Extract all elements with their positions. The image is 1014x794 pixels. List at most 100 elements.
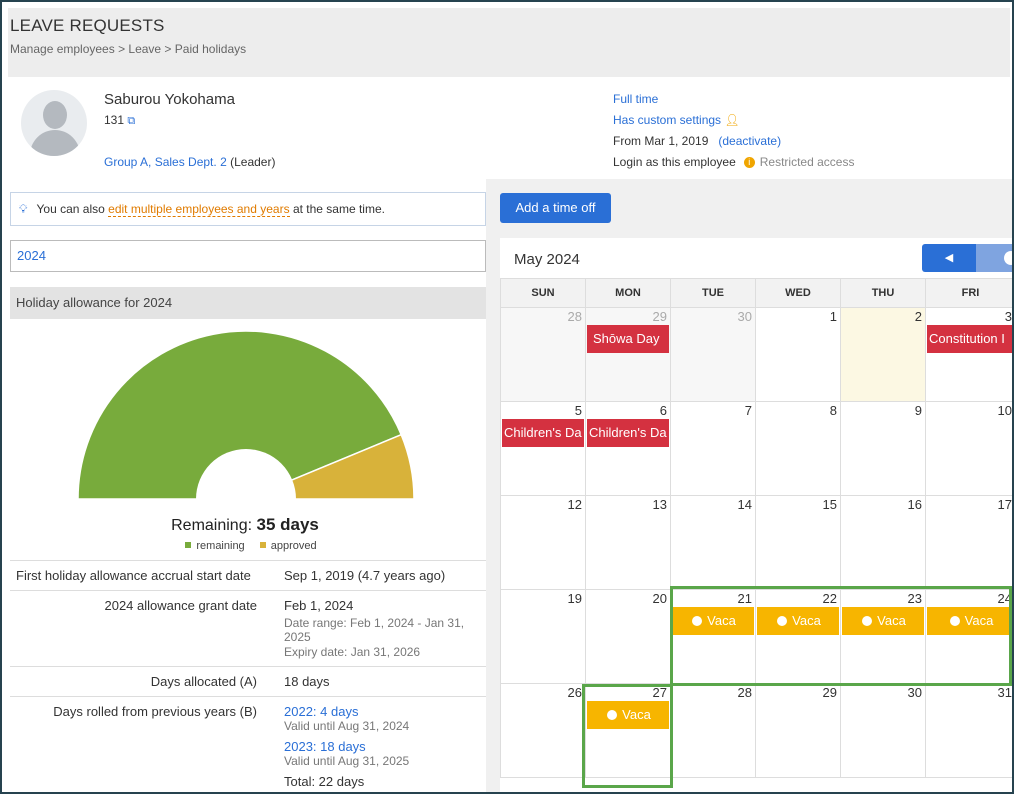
day-cell[interactable]: 26 — [500, 683, 586, 778]
day-cell[interactable]: 5 Children's Da — [500, 401, 586, 496]
day-number: 30 — [737, 309, 752, 324]
day-number: 29 — [822, 685, 837, 700]
row-label: First holiday allowance accrual start da… — [10, 560, 278, 591]
day-cell[interactable]: 28 — [670, 683, 756, 778]
legend-approved: approved — [270, 540, 317, 552]
day-cell[interactable]: 15 — [755, 495, 841, 590]
rollover-total: Total: 22 days — [284, 774, 365, 789]
calendar-nav: ◀ — [922, 244, 1012, 272]
legend-remaining-swatch — [185, 542, 192, 548]
table-row: Days allocated (A) 18 days — [10, 666, 486, 697]
day-cell[interactable]: 29 Shōwa Day — [585, 307, 671, 402]
day-cell[interactable]: 9 — [840, 401, 926, 496]
allowance-gauge-chart — [77, 330, 415, 507]
row-value-cell: Feb 1, 2024 Date range: Feb 1, 2024 - Ja… — [278, 590, 486, 667]
day-cell[interactable]: 1 — [755, 307, 841, 402]
day-number: 31 — [997, 685, 1012, 700]
rollover-2022-link[interactable]: 2022: 4 days — [284, 704, 480, 719]
allowance-title: Holiday allowance for 2024 — [10, 287, 486, 319]
day-number: 10 — [997, 403, 1012, 418]
employee-profile: Saburou Yokohama 131 ⧉ Group A, Sales De… — [8, 77, 1010, 179]
calendar: May 2024 ◀ SUN MON TUE WED THU FRI 28 29… — [500, 238, 1012, 792]
employment-type-link[interactable]: Full time — [613, 92, 658, 106]
add-time-off-button[interactable]: Add a time off — [500, 193, 611, 223]
prev-month-button[interactable]: ◀ — [922, 244, 976, 272]
row-value-cell: 2022: 4 days Valid until Aug 31, 2024 20… — [278, 696, 486, 792]
page-title: LEAVE REQUESTS — [10, 16, 165, 35]
day-cell[interactable]: 20 — [585, 589, 671, 684]
employee-id-value: 131 — [104, 113, 125, 127]
day-cell[interactable]: 10 — [925, 401, 1012, 496]
row-label: 2024 allowance grant date — [10, 590, 278, 667]
allowance-panel: 💡︎ You can also edit multiple employees … — [8, 179, 486, 792]
expiry-date: Expiry date: Jan 31, 2026 — [284, 645, 421, 659]
day-number: 19 — [567, 591, 582, 606]
date-range: Date range: Feb 1, 2024 - Jan 31, 2025 — [284, 616, 465, 644]
day-number: 20 — [652, 591, 667, 606]
lightbulb-icon: 💡︎ — [19, 202, 28, 216]
day-cell[interactable]: 19 — [500, 589, 586, 684]
day-header-mon: MON — [585, 278, 671, 308]
day-cell[interactable]: 30 — [840, 683, 926, 778]
day-number: 26 — [567, 685, 582, 700]
day-number: 28 — [567, 309, 582, 324]
holiday-event[interactable]: Constitution I — [927, 325, 1012, 353]
remaining-value: 35 days — [256, 515, 319, 534]
day-cell[interactable]: 3 Constitution I — [925, 307, 1012, 402]
app-frame: LEAVE REQUESTS Manage employees > Leave … — [0, 0, 1014, 794]
row-value: Feb 1, 2024 — [284, 598, 354, 613]
legend-approved-swatch — [259, 542, 266, 548]
day-cell[interactable]: 8 — [755, 401, 841, 496]
external-link-icon[interactable]: ⧉ — [127, 115, 135, 127]
holiday-event[interactable]: Children's Da — [502, 419, 584, 447]
custom-settings-link[interactable]: Has custom settings — [613, 113, 721, 127]
day-cell[interactable]: 17 — [925, 495, 1012, 590]
day-cell[interactable]: 16 — [840, 495, 926, 590]
login-as-employee[interactable]: Login as this employee — [613, 155, 736, 169]
day-cell[interactable]: 30 — [670, 307, 756, 402]
row-value: 18 days — [278, 666, 486, 697]
day-cell[interactable]: 7 — [670, 401, 756, 496]
edit-multiple-link[interactable]: edit multiple employees and years — [108, 202, 290, 217]
day-number: 14 — [737, 497, 752, 512]
holiday-event[interactable]: Children's Da — [587, 419, 669, 447]
day-number: 1 — [829, 309, 837, 324]
day-number: 7 — [744, 403, 752, 418]
avatar-head — [43, 101, 67, 129]
person-icon: 👤︎ — [724, 113, 740, 127]
group-role: (Leader) — [230, 155, 276, 169]
day-header-sun: SUN — [500, 278, 586, 308]
employee-group: Group A, Sales Dept. 2 (Leader) — [104, 155, 275, 169]
rollover-2023-validity: Valid until Aug 31, 2025 — [284, 754, 410, 768]
rollover-2023-link[interactable]: 2023: 18 days — [284, 739, 480, 754]
row-label: Days allocated (A) — [10, 666, 278, 697]
tip-suffix: at the same time. — [292, 202, 385, 216]
day-cell[interactable]: 31 — [925, 683, 1012, 778]
day-number: 3 — [1004, 309, 1012, 324]
employee-id: 131 ⧉ — [104, 113, 135, 128]
day-cell[interactable]: 14 — [670, 495, 756, 590]
day-cell[interactable]: 28 — [500, 307, 586, 402]
day-cell[interactable]: 12 — [500, 495, 586, 590]
deactivate-link[interactable]: (deactivate) — [718, 134, 781, 148]
highlight-day-vacation — [582, 684, 673, 788]
avatar-body — [30, 130, 80, 156]
table-row: 2024 allowance grant date Feb 1, 2024 Da… — [10, 590, 486, 667]
row-value: Sep 1, 2019 (4.7 years ago) — [278, 560, 486, 591]
from-date: From Mar 1, 2019 — [613, 134, 709, 148]
day-cell-today[interactable]: 2 — [840, 307, 926, 402]
day-cell[interactable]: 29 — [755, 683, 841, 778]
group-link[interactable]: Group A, Sales Dept. 2 — [104, 155, 227, 169]
year-select[interactable]: 2024 — [10, 240, 486, 272]
employee-name: Saburou Yokohama — [104, 91, 235, 108]
day-number: 12 — [567, 497, 582, 512]
next-month-button[interactable] — [976, 244, 1012, 272]
tip-banner: 💡︎ You can also edit multiple employees … — [10, 192, 486, 226]
day-cell[interactable]: 6 Children's Da — [585, 401, 671, 496]
restricted-access: Restricted access — [759, 155, 855, 169]
holiday-event[interactable]: Shōwa Day — [587, 325, 669, 353]
toggle-knob — [1004, 251, 1012, 265]
table-row: First holiday allowance accrual start da… — [10, 560, 486, 591]
day-cell[interactable]: 13 — [585, 495, 671, 590]
day-number: 15 — [822, 497, 837, 512]
